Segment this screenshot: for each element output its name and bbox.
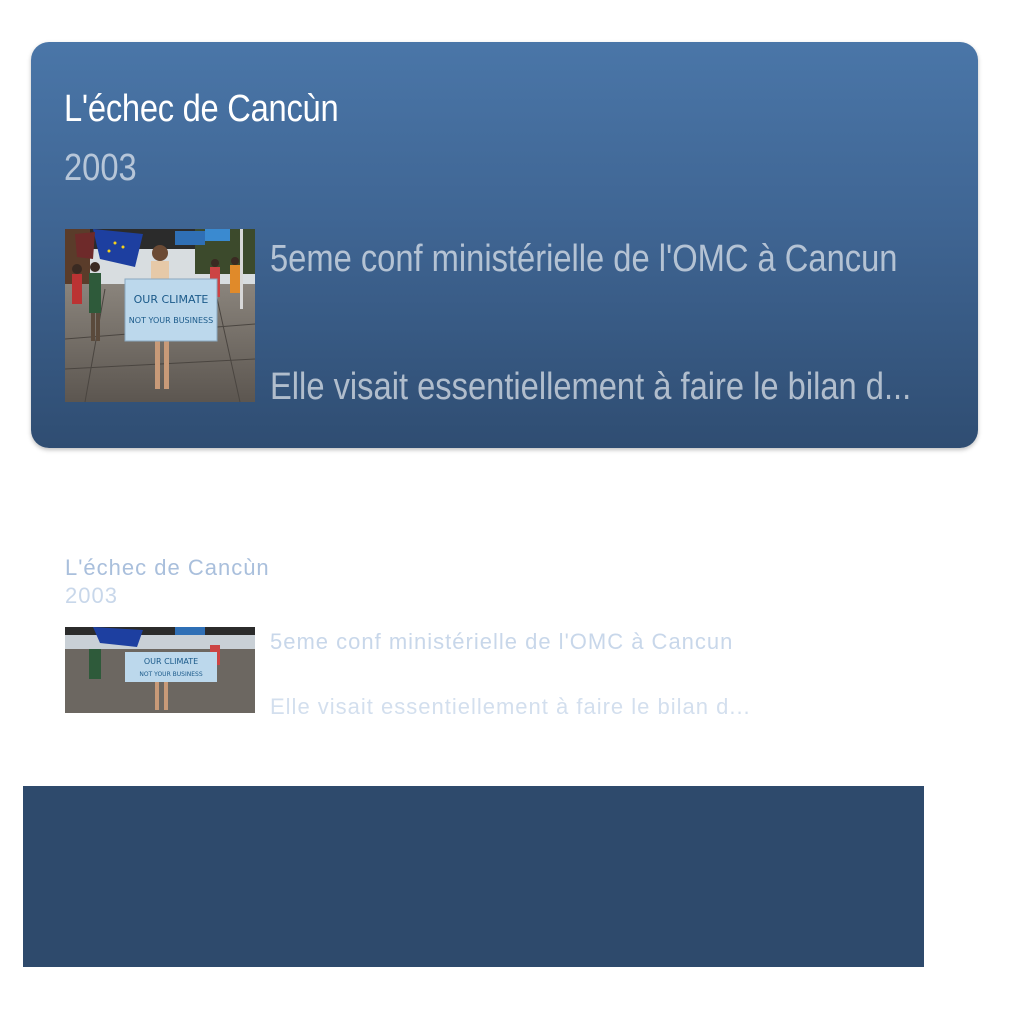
page: L'échec de Cancùn 2003 OUR CLIMATE NOT Y… <box>0 0 1024 1024</box>
card-reflection: L'échec de Cancùn 2003 OUR CLIMATE NOT Y… <box>31 555 978 725</box>
event-description: Elle visait essentiellement à faire le b… <box>270 366 912 408</box>
event-thumbnail[interactable]: OUR CLIMATE NOT YOUR BUSINESS <box>65 229 255 402</box>
protest-photo-reflection-image: OUR CLIMATE NOT YOUR BUSINESS <box>65 627 255 713</box>
event-card[interactable]: L'échec de Cancùn 2003 OUR CLIMATE NOT Y… <box>31 42 978 448</box>
reflection-subtitle: 5eme conf ministérielle de l'OMC à Cancu… <box>270 629 734 654</box>
event-year: 2003 <box>64 147 137 189</box>
reflection-sign-line1: OUR CLIMATE <box>144 657 198 666</box>
reflection-thumbnail: OUR CLIMATE NOT YOUR BUSINESS <box>65 627 255 713</box>
reflection-sign-line2: NOT YOUR BUSINESS <box>139 671 202 678</box>
bottom-panel <box>23 786 924 967</box>
event-title: L'échec de Cancùn <box>64 88 339 130</box>
protest-photo-image: OUR CLIMATE NOT YOUR BUSINESS <box>65 229 255 402</box>
sign-text-line1: OUR CLIMATE <box>134 293 209 306</box>
event-subtitle: 5eme conf ministérielle de l'OMC à Cancu… <box>270 238 898 280</box>
sign-text-line2: NOT YOUR BUSINESS <box>129 316 213 325</box>
reflection-year: 2003 <box>65 583 118 608</box>
reflection-description: Elle visait essentiellement à faire le b… <box>270 694 751 719</box>
reflection-title: L'échec de Cancùn <box>65 555 270 580</box>
